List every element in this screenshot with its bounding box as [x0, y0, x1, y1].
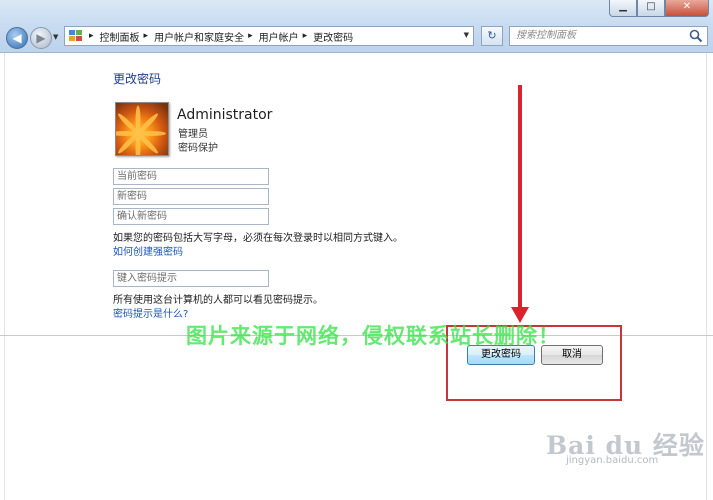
- watermark-text: 图片来源于网络，侵权联系站长删除！: [186, 324, 560, 348]
- case-sensitivity-note: 如果您的密码包括大写字母，必须在每次登录时以相同方式键入。: [113, 233, 403, 244]
- breadcrumb-separator-icon[interactable]: ▸: [303, 31, 308, 41]
- strong-password-link[interactable]: 如何创建强密码: [113, 243, 183, 258]
- user-role: 管理员: [178, 129, 208, 140]
- breadcrumb-separator-icon: ▸: [89, 31, 94, 41]
- back-button[interactable]: ◀: [6, 27, 28, 49]
- user-password-status: 密码保护: [178, 143, 218, 154]
- window-toolbar: ▁ □ ✕ ◀ ▶ ▼ ▸ 控制面板 ▸ 用户帐户和家庭安全 ▸ 用户帐户 ▸ …: [0, 0, 713, 53]
- search-input[interactable]: 搜索控制面板: [509, 26, 708, 46]
- password-hint-field[interactable]: [113, 270, 269, 287]
- breadcrumb-separator-icon[interactable]: ▸: [248, 31, 253, 41]
- annotation-arrow: [518, 85, 522, 309]
- control-panel-icon: [69, 30, 83, 42]
- search-placeholder: 搜索控制面板: [516, 30, 576, 41]
- breadcrumb-change-password[interactable]: 更改密码: [313, 29, 353, 44]
- maximize-button[interactable]: □: [637, 0, 665, 17]
- breadcrumb-user-accounts[interactable]: 用户帐户: [259, 29, 299, 44]
- frame-border: [706, 53, 707, 500]
- forward-arrow-icon: ▶: [36, 31, 46, 45]
- confirm-password-field[interactable]: [113, 208, 269, 225]
- baidu-jingyan-url: jingyan.baidu.com: [566, 455, 659, 466]
- hint-visibility-note: 所有使用这台计算机的人都可以看见密码提示。: [113, 295, 323, 306]
- refresh-button[interactable]: ↻: [481, 26, 503, 46]
- address-bar[interactable]: ▸ 控制面板 ▸ 用户帐户和家庭安全 ▸ 用户帐户 ▸ 更改密码 ▼: [64, 26, 474, 46]
- minimize-button[interactable]: ▁: [609, 0, 637, 17]
- new-password-field[interactable]: [113, 188, 269, 205]
- user-avatar: [115, 102, 169, 156]
- password-hint-help-link[interactable]: 密码提示是什么?: [113, 305, 188, 320]
- close-button[interactable]: ✕: [665, 0, 709, 17]
- breadcrumb-user-accounts-family[interactable]: 用户帐户和家庭安全: [154, 29, 244, 44]
- current-password-field[interactable]: [113, 168, 269, 185]
- forward-button[interactable]: ▶: [30, 27, 52, 49]
- page-title: 更改密码: [113, 72, 162, 86]
- search-icon[interactable]: [689, 29, 703, 43]
- user-name: Administrator: [177, 107, 273, 123]
- recent-pages-dropdown-icon[interactable]: ▼: [53, 33, 58, 41]
- breadcrumb-control-panel[interactable]: 控制面板: [100, 29, 140, 44]
- window-controls: ▁ □ ✕: [609, 0, 709, 17]
- main-content: 更改密码 Administrator 管理员 密码保护 如果您的密码包括大写字母…: [0, 53, 713, 500]
- refresh-icon: ↻: [487, 29, 497, 42]
- address-dropdown-icon[interactable]: ▼: [464, 31, 469, 39]
- breadcrumb-separator-icon[interactable]: ▸: [144, 31, 149, 41]
- frame-border: [4, 53, 5, 500]
- back-arrow-icon: ◀: [12, 31, 22, 45]
